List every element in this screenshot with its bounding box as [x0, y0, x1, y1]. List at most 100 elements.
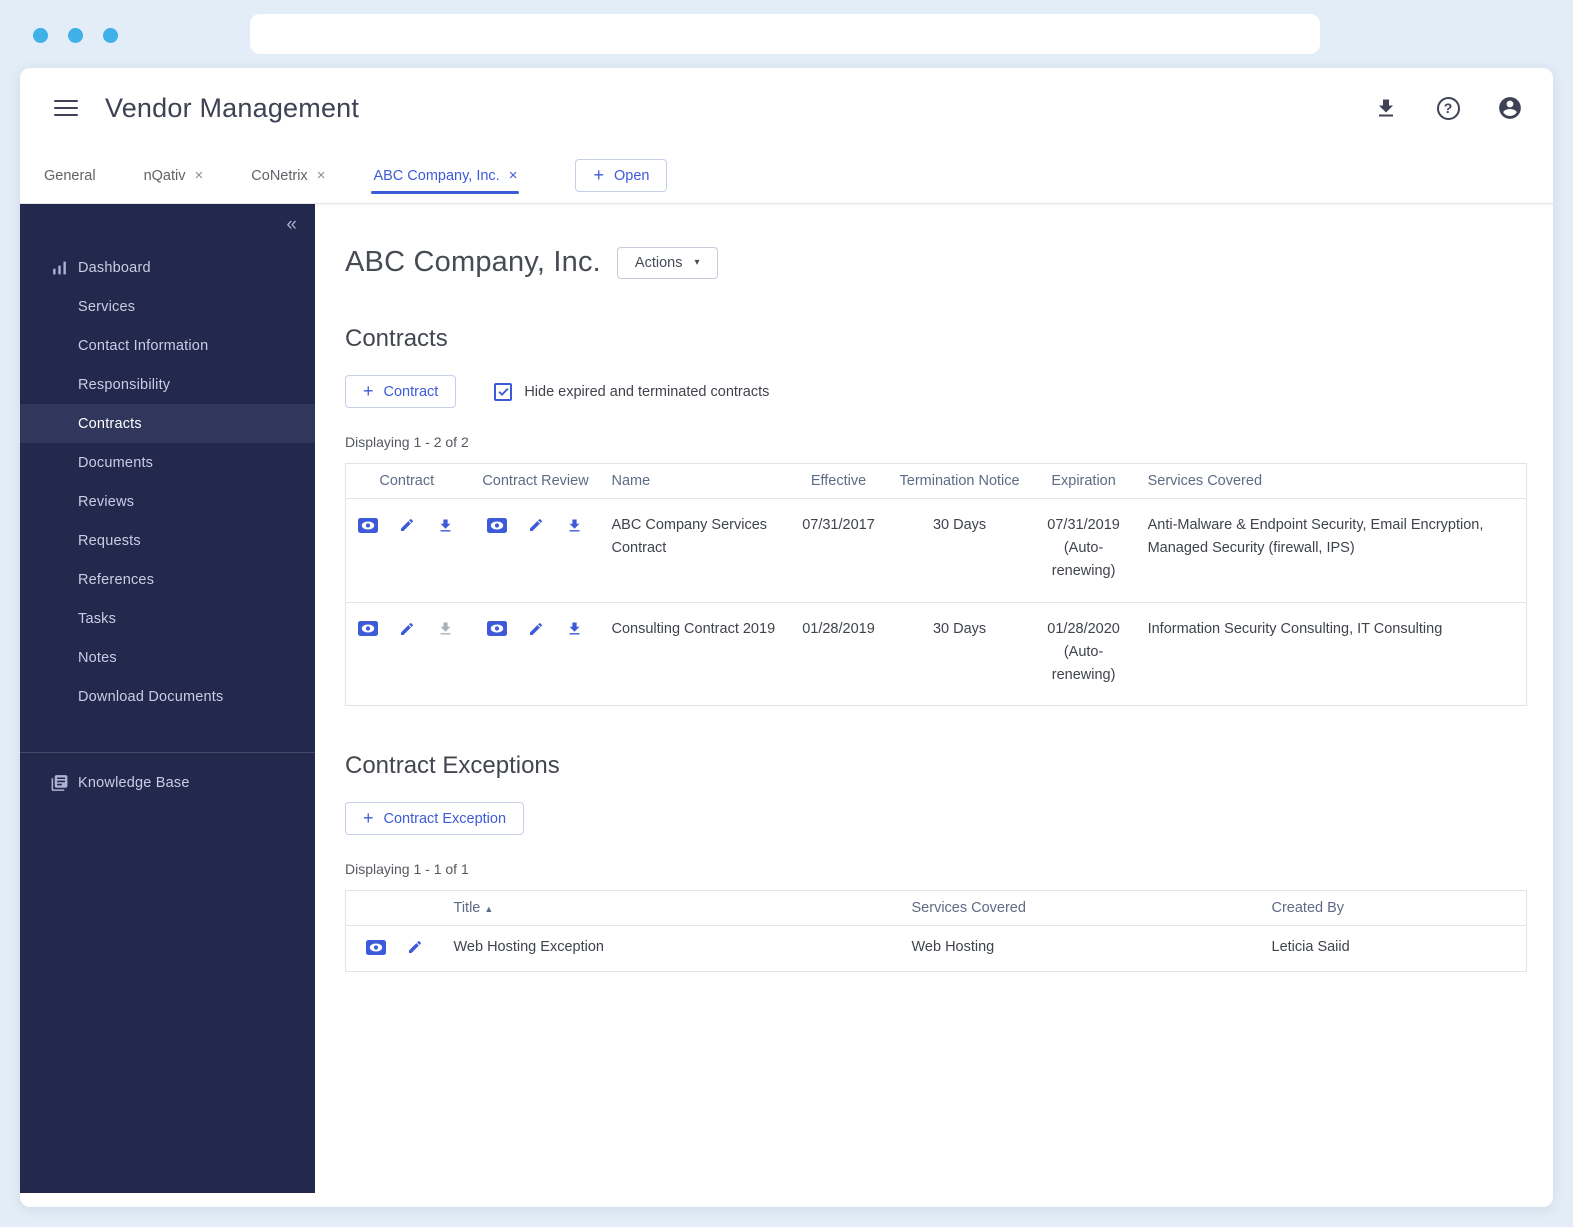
close-icon[interactable]: × — [317, 168, 326, 183]
tab-abc-company[interactable]: ABC Company, Inc. × — [371, 148, 520, 203]
sidebar-item-contracts[interactable]: Contracts — [20, 404, 315, 443]
col-title-label: Title — [453, 900, 481, 917]
sidebar-item-label: Responsibility — [78, 376, 171, 393]
hide-expired-checkbox-row[interactable]: Hide expired and terminated contracts — [494, 382, 770, 401]
col-expiration[interactable]: Expiration — [1027, 463, 1140, 499]
sidebar-item-services[interactable]: Services — [20, 287, 315, 326]
add-contract-exception-button[interactable]: + Contract Exception — [345, 802, 525, 836]
exceptions-table-header: Title ▲ Services Covered Created By — [345, 890, 1527, 927]
col-effective[interactable]: Effective — [785, 463, 892, 499]
caret-down-icon: ▾ — [694, 257, 700, 268]
sidebar-item-dashboard[interactable]: Dashboard — [20, 248, 315, 287]
view-contract-icon[interactable] — [357, 620, 378, 638]
app-title: Vendor Management — [105, 92, 360, 123]
exception-row: Web Hosting Exception Web Hosting Letici… — [346, 926, 1527, 972]
contract-effective: 01/28/2019 — [802, 620, 875, 637]
sidebar-item-tasks[interactable]: Tasks — [20, 599, 315, 638]
sidebar-item-label: References — [78, 571, 155, 588]
contract-services-covered: Information Security Consulting, IT Cons… — [1147, 620, 1443, 637]
contract-review-actions — [476, 618, 596, 638]
sidebar-item-notes[interactable]: Notes — [20, 638, 315, 677]
contract-name: Consulting Contract 2019 — [611, 620, 776, 637]
edit-contract-icon[interactable] — [397, 620, 417, 638]
exception-title: Web Hosting Exception — [453, 939, 604, 956]
sidebar-item-download-documents[interactable]: Download Documents — [20, 677, 315, 716]
page-title-row: ABC Company, Inc. Actions ▾ — [345, 246, 1527, 279]
tab-general[interactable]: General — [42, 148, 98, 203]
contracts-table: Contract Contract Review Name Effective … — [345, 463, 1527, 707]
header-actions: ? — [1373, 95, 1523, 121]
view-review-icon[interactable] — [486, 620, 507, 638]
sidebar-item-label: Services — [78, 298, 136, 315]
help-icon[interactable]: ? — [1435, 95, 1461, 121]
col-services-covered[interactable]: Services Covered — [1139, 463, 1527, 499]
download-review-icon[interactable] — [565, 620, 585, 638]
sidebar-item-responsibility[interactable]: Responsibility — [20, 365, 315, 404]
sidebar-item-contact-information[interactable]: Contact Information — [20, 326, 315, 365]
sidebar-item-reviews[interactable]: Reviews — [20, 482, 315, 521]
exceptions-controls: + Contract Exception — [345, 802, 1527, 836]
desktop-background: Vendor Management ? General nQativ × CoN… — [0, 0, 1573, 1227]
tab-conetrix[interactable]: CoNetrix × — [249, 148, 327, 203]
close-icon[interactable]: × — [195, 168, 204, 183]
edit-review-icon[interactable] — [526, 516, 546, 534]
check-icon — [498, 388, 509, 396]
add-contract-button[interactable]: + Contract — [345, 375, 457, 408]
sidebar-item-documents[interactable]: Documents — [20, 443, 315, 482]
sidebar-item-label: Contact Information — [78, 337, 209, 354]
sidebar-item-references[interactable]: References — [20, 560, 315, 599]
sidebar-item-label: Documents — [78, 454, 154, 471]
contract-actions — [354, 618, 460, 638]
col-created-by[interactable]: Created By — [1263, 890, 1527, 927]
edit-review-icon[interactable] — [526, 620, 546, 638]
tab-label: General — [44, 167, 96, 184]
browser-address-bar[interactable] — [250, 14, 1320, 54]
collapse-sidebar-icon[interactable]: « — [286, 214, 297, 236]
add-contract-label: Contract — [383, 383, 439, 400]
sidebar-item-requests[interactable]: Requests — [20, 521, 315, 560]
contract-termination-notice: 30 Days — [891, 498, 1028, 603]
col-termination-notice[interactable]: Termination Notice — [891, 463, 1028, 499]
window-dot[interactable] — [33, 28, 48, 43]
contract-effective: 07/31/2017 — [785, 498, 892, 603]
hide-expired-label: Hide expired and terminated contracts — [524, 383, 770, 400]
sidebar-item-label: Contracts — [78, 415, 142, 432]
knowledge-base-icon — [50, 774, 69, 793]
hide-expired-checkbox[interactable] — [494, 382, 513, 401]
close-icon[interactable]: × — [509, 168, 518, 183]
contract-services-covered: Anti-Malware & Endpoint Security, Email … — [1139, 498, 1527, 603]
sidebar-item-label: Dashboard — [78, 259, 151, 276]
download-review-icon[interactable] — [565, 516, 585, 534]
sidebar-item-label: Tasks — [78, 610, 117, 627]
window-dot[interactable] — [68, 28, 83, 43]
actions-button-label: Actions — [634, 254, 683, 271]
window-dot[interactable] — [103, 28, 118, 43]
view-exception-icon[interactable] — [366, 938, 387, 956]
download-icon[interactable] — [1373, 95, 1399, 121]
download-contract-icon[interactable] — [436, 516, 456, 534]
contract-expiration: 01/28/2020 (Auto-renewing) — [1047, 620, 1120, 683]
contract-expiration: 07/31/2019 (Auto-renewing) — [1027, 498, 1140, 603]
actions-button[interactable]: Actions ▾ — [616, 246, 718, 279]
browser-window-dots — [33, 28, 118, 43]
sidebar-item-knowledge-base[interactable]: Knowledge Base — [20, 759, 315, 807]
exception-actions — [354, 936, 438, 956]
edit-exception-icon[interactable] — [405, 938, 425, 956]
contract-actions — [354, 514, 460, 534]
menu-icon[interactable] — [54, 99, 78, 117]
plus-icon: + — [363, 808, 374, 829]
sidebar-item-label: Notes — [78, 649, 117, 666]
col-title[interactable]: Title ▲ — [445, 890, 904, 927]
contract-termination-notice: 30 Days — [932, 620, 987, 637]
view-contract-icon[interactable] — [357, 516, 378, 534]
edit-contract-icon[interactable] — [397, 516, 417, 534]
contract-row: Consulting Contract 2019 01/28/2019 30 D… — [346, 602, 1527, 706]
contract-name: ABC Company Services Contract — [603, 498, 786, 603]
app-window: Vendor Management ? General nQativ × CoN… — [20, 68, 1553, 1207]
col-name[interactable]: Name — [603, 463, 786, 499]
open-vendor-button[interactable]: + Open — [575, 159, 668, 192]
tab-nqativ[interactable]: nQativ × — [142, 148, 206, 203]
view-review-icon[interactable] — [486, 516, 507, 534]
account-icon[interactable] — [1497, 95, 1523, 121]
col-exception-services-covered[interactable]: Services Covered — [903, 890, 1264, 927]
